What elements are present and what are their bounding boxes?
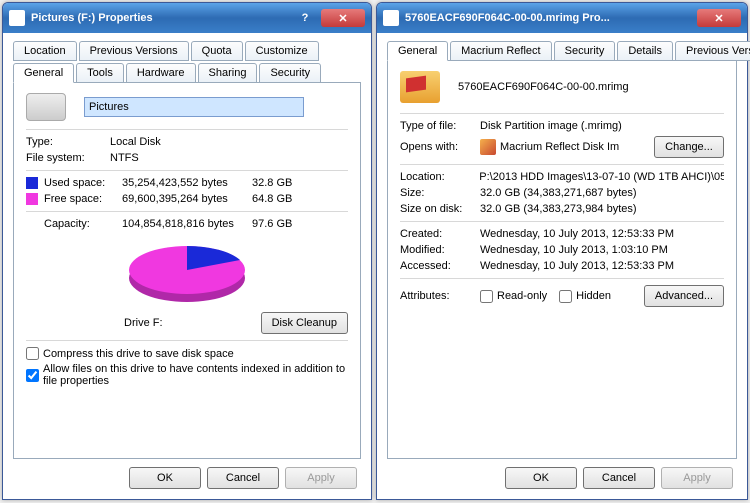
capacity-pie-chart <box>122 238 252 308</box>
titlebar[interactable]: 5760EACF690F064C-00-00.mrimg Pro... ✕ <box>377 3 747 33</box>
compress-checkbox[interactable] <box>26 347 39 360</box>
macrium-icon <box>480 139 496 155</box>
created-label: Created: <box>400 228 480 240</box>
type-label: Type: <box>26 136 110 148</box>
tab-hardware[interactable]: Hardware <box>126 63 196 83</box>
tab-sharing[interactable]: Sharing <box>198 63 258 83</box>
apply-button[interactable]: Apply <box>661 467 733 489</box>
titlebar[interactable]: Pictures (F:) Properties ? ✕ <box>3 3 371 33</box>
ok-button[interactable]: OK <box>505 467 577 489</box>
size-label: Size: <box>400 187 480 199</box>
fs-value: NTFS <box>110 152 348 164</box>
free-bytes: 69,600,395,264 bytes <box>122 193 252 205</box>
tab-details[interactable]: Details <box>617 41 673 61</box>
ondisk-label: Size on disk: <box>400 203 480 215</box>
created-value: Wednesday, 10 July 2013, 12:53:33 PM <box>480 228 674 240</box>
disk-cleanup-button[interactable]: Disk Cleanup <box>261 312 348 334</box>
free-label: Free space: <box>44 193 122 205</box>
tab-row-upper: Location Previous Versions Quota Customi… <box>13 41 361 61</box>
window-title: 5760EACF690F064C-00-00.mrimg Pro... <box>405 12 697 24</box>
close-button[interactable]: ✕ <box>321 9 365 27</box>
ok-button[interactable]: OK <box>129 467 201 489</box>
tab-row-lower: General Tools Hardware Sharing Security <box>13 63 361 83</box>
index-checkbox[interactable] <box>26 369 39 382</box>
tab-general[interactable]: General <box>13 63 74 83</box>
used-bytes: 35,254,423,552 bytes <box>122 177 252 189</box>
help-button[interactable]: ? <box>291 9 319 27</box>
type-value: Local Disk <box>110 136 348 148</box>
free-gb: 64.8 GB <box>252 193 292 205</box>
modified-label: Modified: <box>400 244 480 256</box>
cap-label: Capacity: <box>26 218 122 230</box>
ondisk-value: 32.0 GB (34,383,273,984 bytes) <box>480 203 637 215</box>
advanced-button[interactable]: Advanced... <box>644 285 724 307</box>
apply-button[interactable]: Apply <box>285 467 357 489</box>
tab-macrium[interactable]: Macrium Reflect <box>450 41 551 61</box>
tab-location[interactable]: Location <box>13 41 77 61</box>
filename: 5760EACF690F064C-00-00.mrimg <box>458 81 629 93</box>
used-label: Used space: <box>44 177 122 189</box>
loc-value: P:\2013 HDD Images\13-07-10 (WD 1TB AHCI… <box>479 171 724 183</box>
tab-tools[interactable]: Tools <box>76 63 124 83</box>
size-value: 32.0 GB (34,383,271,687 bytes) <box>480 187 637 199</box>
used-swatch <box>26 177 38 189</box>
close-button[interactable]: ✕ <box>697 9 741 27</box>
tab-body: 5760EACF690F064C-00-00.mrimg Type of fil… <box>387 60 737 459</box>
cap-gb: 97.6 GB <box>252 218 292 230</box>
window-title: Pictures (F:) Properties <box>31 12 291 24</box>
modified-value: Wednesday, 10 July 2013, 1:03:10 PM <box>480 244 668 256</box>
tab-general[interactable]: General <box>387 41 448 61</box>
drive-name-input[interactable] <box>84 97 304 117</box>
tab-previous-versions[interactable]: Previous Versions <box>79 41 189 61</box>
file-properties-window: 5760EACF690F064C-00-00.mrimg Pro... ✕ Ge… <box>376 2 748 500</box>
hidden-checkbox-row[interactable]: Hidden <box>559 290 611 303</box>
file-title-icon <box>383 10 399 26</box>
tab-security[interactable]: Security <box>554 41 616 61</box>
cancel-button[interactable]: Cancel <box>583 467 655 489</box>
tab-customize[interactable]: Customize <box>245 41 319 61</box>
readonly-checkbox[interactable] <box>480 290 493 303</box>
drive-properties-window: Pictures (F:) Properties ? ✕ Location Pr… <box>2 2 372 500</box>
index-checkbox-row[interactable]: Allow files on this drive to have conten… <box>26 363 348 387</box>
drive-title-icon <box>9 10 25 26</box>
fs-label: File system: <box>26 152 110 164</box>
drive-icon <box>26 93 66 121</box>
tab-row: General Macrium Reflect Security Details… <box>387 41 737 61</box>
file-type-icon <box>400 71 440 103</box>
change-button[interactable]: Change... <box>654 136 724 158</box>
used-gb: 32.8 GB <box>252 177 292 189</box>
type-value: Disk Partition image (.mrimg) <box>480 120 622 132</box>
hidden-checkbox[interactable] <box>559 290 572 303</box>
compress-checkbox-row[interactable]: Compress this drive to save disk space <box>26 347 348 360</box>
opens-label: Opens with: <box>400 141 480 153</box>
cap-bytes: 104,854,818,816 bytes <box>122 218 252 230</box>
readonly-checkbox-row[interactable]: Read-only <box>480 290 547 303</box>
tab-previous-versions[interactable]: Previous Versions <box>675 41 750 61</box>
opens-value: Macrium Reflect Disk Im <box>500 141 620 153</box>
tab-security[interactable]: Security <box>259 63 321 83</box>
free-swatch <box>26 193 38 205</box>
cancel-button[interactable]: Cancel <box>207 467 279 489</box>
attr-label: Attributes: <box>400 290 480 302</box>
accessed-label: Accessed: <box>400 260 480 272</box>
type-label: Type of file: <box>400 120 480 132</box>
tab-quota[interactable]: Quota <box>191 41 243 61</box>
drive-letter-label: Drive F: <box>26 317 261 329</box>
tab-body: Type:Local Disk File system:NTFS Used sp… <box>13 82 361 459</box>
loc-label: Location: <box>400 171 479 183</box>
accessed-value: Wednesday, 10 July 2013, 12:53:33 PM <box>480 260 674 272</box>
